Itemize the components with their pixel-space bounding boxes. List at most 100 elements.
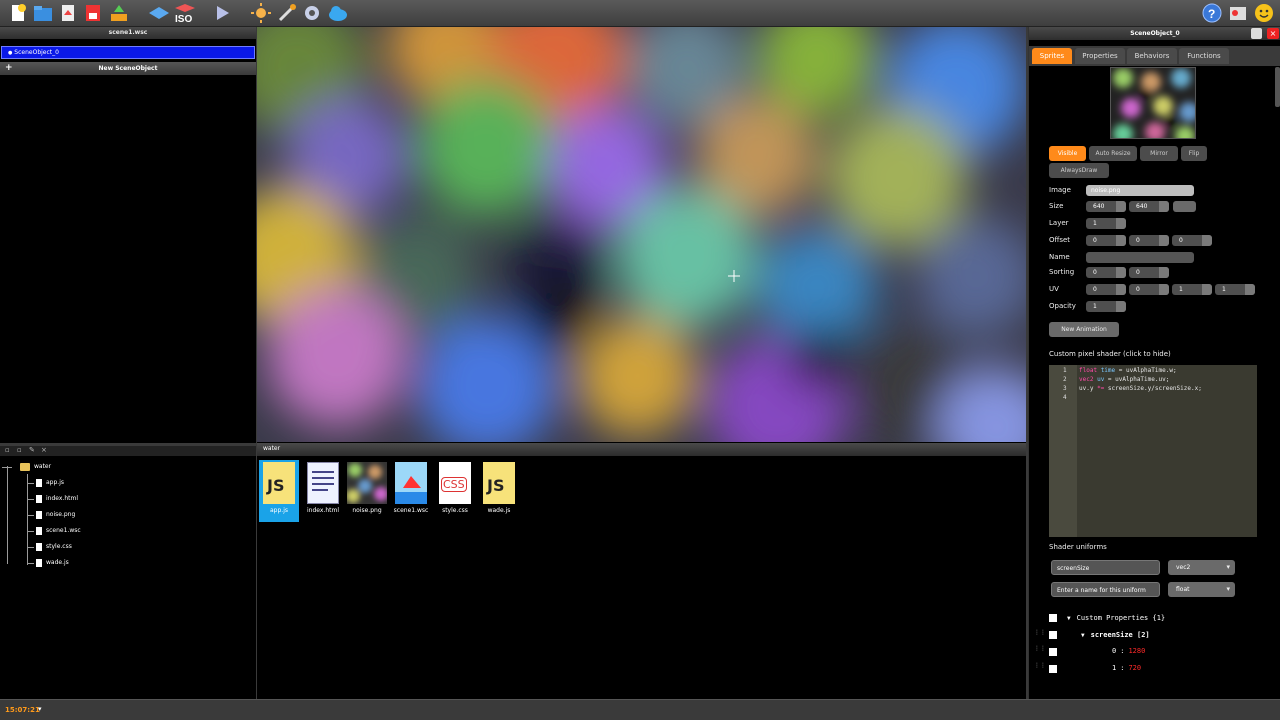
asset-item-style-css[interactable]: CSS style.css	[435, 460, 475, 522]
tree-file-item[interactable]: scene1.wsc	[36, 526, 81, 536]
offset-z-field[interactable]: 0	[1172, 235, 1212, 246]
new-folder-small-icon[interactable]: ▫	[17, 446, 22, 454]
screen-size-row[interactable]: ▼ screenSize [2]	[1081, 629, 1150, 641]
custom-properties-checkbox[interactable]	[1049, 614, 1057, 622]
opacity-field[interactable]: 1	[1086, 301, 1126, 312]
image-field[interactable]: noise.png	[1086, 185, 1194, 196]
tree-file-label: scene1.wsc	[46, 527, 81, 534]
sprite-preview[interactable]	[1110, 67, 1196, 139]
close-icon[interactable]: ×	[1267, 28, 1279, 39]
asset-item-wade-js[interactable]: JS wade.js	[479, 460, 519, 522]
uv-v0-field[interactable]: 0	[1129, 284, 1169, 295]
layer-field[interactable]: 1	[1086, 218, 1126, 229]
new-file-icon[interactable]	[6, 2, 30, 24]
tab-functions[interactable]: Functions	[1179, 48, 1229, 64]
value-index: 0	[1112, 647, 1117, 655]
save-icon[interactable]	[81, 2, 105, 24]
new-uniform-field[interactable]: Enter a name for this uniform	[1051, 582, 1160, 597]
open-folder-icon[interactable]	[31, 2, 55, 24]
tree-folder-water[interactable]: water	[20, 462, 51, 472]
js-file-icon: JS	[263, 462, 295, 504]
name-field[interactable]	[1086, 252, 1194, 263]
uniform-type-select[interactable]: vec2	[1168, 560, 1235, 575]
export-icon[interactable]	[107, 2, 131, 24]
tree-file-item[interactable]: app.js	[36, 478, 64, 488]
cloud-icon[interactable]	[326, 2, 350, 24]
scene-object-item[interactable]: ● SceneObject_0	[1, 46, 255, 59]
play-icon[interactable]	[210, 2, 234, 24]
offset-y-field[interactable]: 0	[1129, 235, 1169, 246]
settings-icon[interactable]	[300, 2, 324, 24]
screen-size-checkbox[interactable]	[1049, 631, 1057, 639]
new-file-small-icon[interactable]: ▫	[5, 446, 10, 454]
delete-icon[interactable]: ×	[41, 446, 47, 454]
new-scene-object-button[interactable]: + New SceneObject	[0, 62, 256, 75]
visible-toggle[interactable]: Visible	[1049, 146, 1086, 161]
asset-item-scene1-wsc[interactable]: scene1.wsc	[391, 460, 431, 522]
uniform-name-field[interactable]: screenSize	[1051, 560, 1160, 575]
import-icon[interactable]	[56, 2, 80, 24]
tools-icon[interactable]	[275, 2, 299, 24]
tree-file-item[interactable]: wade.js	[36, 558, 69, 568]
value-number[interactable]: 720	[1128, 664, 1141, 672]
tab-properties[interactable]: Properties	[1075, 48, 1125, 64]
opacity-label: Opacity	[1049, 302, 1076, 310]
sorting-a-field[interactable]: 0	[1086, 267, 1126, 278]
tree-folder-label: water	[34, 463, 52, 470]
drag-handle-icon[interactable]: ⋮⋮	[1034, 646, 1046, 655]
new-animation-button[interactable]: New Animation	[1049, 322, 1119, 337]
mirror-toggle[interactable]: Mirror	[1140, 146, 1178, 161]
chevron-down-icon: ▼	[1081, 631, 1085, 639]
flip-toggle[interactable]: Flip	[1181, 146, 1207, 161]
asset-item-index-html[interactable]: index.html	[303, 460, 343, 522]
properties-scrollbar[interactable]	[1275, 67, 1280, 107]
uv-v1-field[interactable]: 1	[1215, 284, 1255, 295]
new-uniform-type-select[interactable]: float	[1168, 582, 1235, 597]
asset-item-noise-png[interactable]: noise.png	[347, 460, 387, 522]
asset-label: scene1.wsc	[393, 507, 429, 514]
value-checkbox[interactable]	[1049, 665, 1057, 673]
shader-toggle-label[interactable]: Custom pixel shader (click to hide)	[1049, 350, 1171, 358]
uv-u0-field[interactable]: 0	[1086, 284, 1126, 295]
scene-viewport[interactable]	[257, 27, 1026, 442]
custom-value-row[interactable]: 0 : 1280	[1112, 645, 1145, 657]
custom-properties-row[interactable]: ▼ Custom Properties {1}	[1067, 612, 1165, 624]
help-icon[interactable]: ?	[1200, 2, 1224, 24]
smiley-icon[interactable]	[1252, 2, 1276, 24]
tree-file-item[interactable]: noise.png	[36, 510, 75, 520]
auto-resize-toggle[interactable]: Auto Resize	[1089, 146, 1137, 161]
file-tree-toolbar: ▫ ▫ ✎ ×	[0, 446, 256, 456]
chevron-down-icon: ▼	[1067, 614, 1071, 622]
offset-x-field[interactable]: 0	[1086, 235, 1126, 246]
sorting-b-field[interactable]: 0	[1129, 267, 1169, 278]
tab-sprites[interactable]: Sprites	[1032, 48, 1072, 64]
scene-panel-title: scene1.wsc	[0, 27, 256, 39]
uv-u1-field[interactable]: 1	[1172, 284, 1212, 295]
size-height-field[interactable]: 640	[1129, 201, 1169, 212]
shader-code-editor[interactable]: 1 float time = uvAlphaTime.w; 2 vec2 uv …	[1049, 365, 1257, 537]
asset-item-app-js[interactable]: JS app.js	[259, 460, 299, 522]
size-width-field[interactable]: 640	[1086, 201, 1126, 212]
drag-handle-icon[interactable]: ⋮⋮	[1034, 630, 1046, 639]
signal-icon: ▾	[38, 705, 42, 713]
restore-icon[interactable]	[1251, 28, 1262, 39]
tree-file-item[interactable]: style.css	[36, 542, 72, 552]
properties-panel: SceneObject_0 × Sprites Properties Behav…	[1028, 27, 1280, 699]
asset-label: style.css	[442, 507, 468, 514]
plus-icon: +	[5, 63, 13, 73]
value-checkbox[interactable]	[1049, 648, 1057, 656]
rename-icon[interactable]: ✎	[29, 446, 35, 454]
iso-grid-icon[interactable]: ISO	[147, 2, 199, 24]
shader-uniforms-label: Shader uniforms	[1049, 543, 1107, 551]
tree-file-item[interactable]: index.html	[36, 494, 78, 504]
custom-value-row[interactable]: 1 : 720	[1112, 662, 1141, 674]
tab-behaviors[interactable]: Behaviors	[1127, 48, 1177, 64]
fullscreen-icon[interactable]	[1226, 2, 1250, 24]
drag-handle-icon[interactable]: ⋮⋮	[1034, 663, 1046, 672]
size-reset-icon[interactable]	[1173, 201, 1196, 212]
value-number[interactable]: 1280	[1128, 647, 1145, 655]
always-draw-toggle[interactable]: AlwaysDraw	[1049, 163, 1109, 178]
offset-label: Offset	[1049, 236, 1071, 244]
image-label: Image	[1049, 186, 1071, 194]
sun-icon[interactable]	[249, 2, 273, 24]
